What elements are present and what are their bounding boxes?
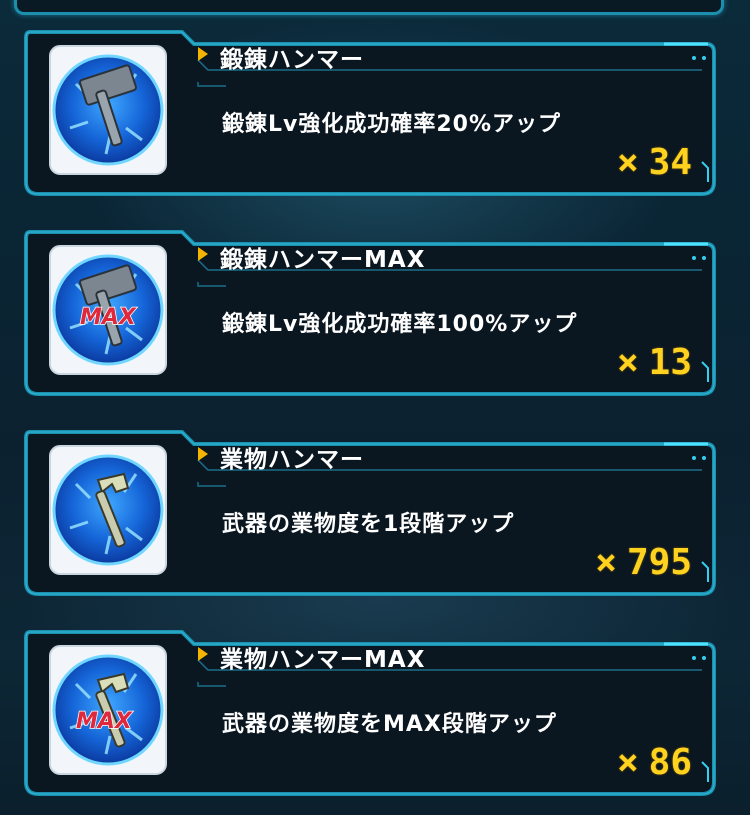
item-description: 武器の業物度をMAX段階アップ <box>222 712 557 737</box>
item-description: 鍛錬Lv強化成功確率20%アップ <box>222 112 562 137</box>
item-count: × 13 <box>617 342 692 383</box>
name-arrow-icon <box>198 47 208 61</box>
item-card-craft-hammer[interactable]: 業物ハンマー 武器の業物度を1段階アップ × 795 <box>22 422 718 598</box>
item-description: 鍛錬Lv強化成功確率100%アップ <box>222 312 578 337</box>
max-badge: MAX <box>80 305 137 330</box>
forging-hammer-max-icon: MAX <box>46 244 198 376</box>
previous-card-edge <box>14 0 724 15</box>
count-value: 86 <box>648 742 692 783</box>
item-name: 業物ハンマーMAX <box>220 647 426 673</box>
multiplier-sign: × <box>595 542 617 583</box>
item-name: 業物ハンマー <box>220 447 364 473</box>
multiplier-sign: × <box>616 342 639 383</box>
item-card-forging-hammer-max[interactable]: MAX 鍛錬ハンマーMAX 鍛錬Lv強化成功確率100%アップ × 13 <box>22 222 718 398</box>
name-arrow-icon <box>198 247 208 261</box>
name-arrow-icon <box>198 647 208 661</box>
background: 鍛錬ハンマー 鍛錬Lv強化成功確率20%アップ × 34 MAX 鍛錬ハンマーM… <box>0 0 750 815</box>
forging-hammer-icon <box>46 44 198 176</box>
craft-hammer-icon <box>46 444 198 576</box>
item-card-craft-hammer-max[interactable]: MAX 業物ハンマーMAX 武器の業物度をMAX段階アップ × 86 <box>22 622 718 798</box>
multiplier-sign: × <box>616 742 639 783</box>
max-badge: MAX <box>76 709 133 734</box>
item-name: 鍛錬ハンマー <box>220 47 364 73</box>
count-value: 13 <box>648 342 692 383</box>
count-value: 795 <box>626 542 692 583</box>
name-arrow-icon <box>198 447 208 461</box>
item-count: × 34 <box>617 142 692 183</box>
item-card-forging-hammer[interactable]: 鍛錬ハンマー 鍛錬Lv強化成功確率20%アップ × 34 <box>22 22 718 198</box>
item-name: 鍛錬ハンマーMAX <box>220 247 426 273</box>
item-count: × 795 <box>595 542 692 583</box>
multiplier-sign: × <box>616 142 639 183</box>
item-description: 武器の業物度を1段階アップ <box>222 512 515 537</box>
item-count: × 86 <box>617 742 692 783</box>
craft-hammer-max-icon: MAX <box>46 644 198 776</box>
count-value: 34 <box>648 142 692 183</box>
